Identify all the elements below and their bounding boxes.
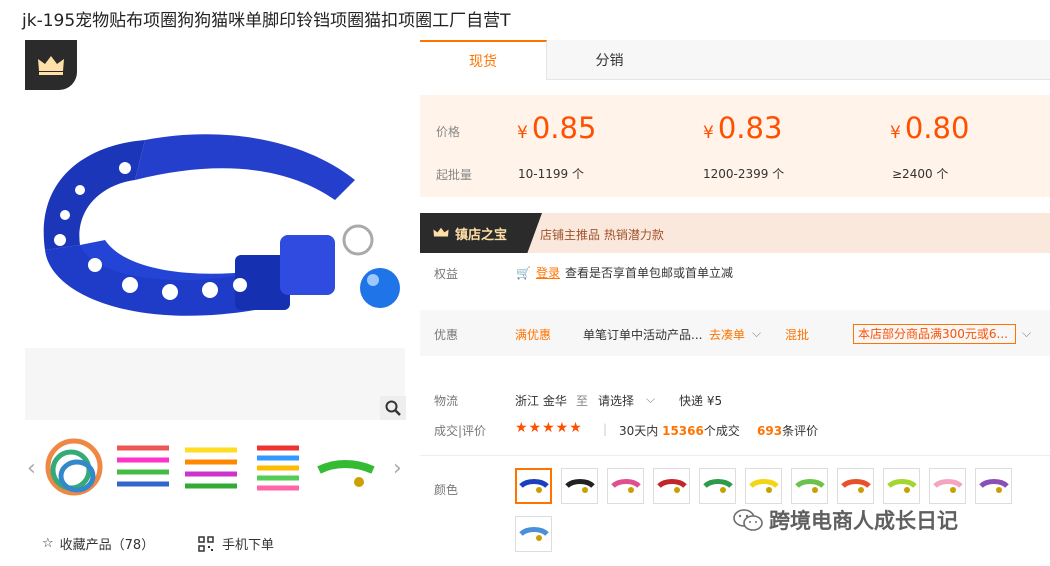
express-fee: 快递 ¥5 — [679, 394, 723, 408]
qrcode-icon — [198, 535, 214, 552]
treasure-text: 店铺主推品 热销潜力款 — [540, 228, 664, 242]
gather-order-link[interactable]: 去凑单 — [709, 326, 745, 343]
thumbnail[interactable] — [179, 436, 241, 498]
review-link[interactable]: 693条评价 — [757, 422, 818, 439]
destination-chevron-icon[interactable]: ⌵ — [646, 392, 655, 407]
crown-icon — [433, 227, 449, 237]
wechat-icon — [733, 509, 763, 531]
tab-in-stock[interactable]: 现货 — [420, 40, 547, 80]
color-swatch[interactable] — [929, 468, 966, 504]
price-panel: 价格 起批量 ¥0.85 ¥0.83 ¥0.80 10-1199 个 1200-… — [420, 95, 1050, 197]
color-swatch[interactable] — [791, 468, 828, 504]
promo-desc: 单笔订单中活动产品... — [583, 328, 703, 342]
color-swatch[interactable] — [837, 468, 874, 504]
color-swatch[interactable] — [653, 468, 690, 504]
price-tier-1: ¥0.85 — [517, 111, 597, 145]
range-tier-3: ≥2400 个 — [892, 167, 949, 181]
mixed-batch-tag: 混批 — [785, 328, 810, 342]
rating-stars-icon: ★★★★★ — [515, 420, 583, 436]
collect-product-button[interactable]: ☆ 收藏产品（78） — [42, 534, 154, 553]
zoom-icon[interactable] — [380, 396, 406, 420]
collar-image — [43, 134, 400, 316]
promo-expand-icon[interactable]: ⌵ — [1022, 326, 1031, 341]
benefits-row: 🛒 登录 查看是否享首单包邮或首单立减 — [516, 264, 733, 281]
moq-label: 起批量 — [436, 168, 473, 182]
origin-text: 浙江 金华 — [515, 394, 567, 408]
store-treasure-badge: 镇店之宝 — [420, 213, 542, 253]
mobile-order-button[interactable]: 手机下单 — [198, 534, 274, 553]
thumbnail[interactable] — [111, 436, 173, 498]
crown-badge-icon — [25, 40, 77, 90]
price-label: 价格 — [436, 125, 461, 139]
star-outline-icon: ☆ — [42, 536, 54, 551]
color-swatch[interactable] — [607, 468, 644, 504]
chevron-down-icon[interactable]: ⌵ — [752, 326, 761, 341]
login-link[interactable]: 登录 — [536, 264, 560, 281]
color-label: 颜色 — [434, 483, 459, 497]
color-swatch[interactable] — [699, 468, 736, 504]
color-swatch[interactable] — [515, 468, 552, 504]
benefits-label: 权益 — [434, 267, 459, 281]
store-treasure-bar: 镇店之宝 店铺主推品 热销潜力款 — [420, 213, 1050, 253]
product-title: jk-195宠物贴布项圈狗狗猫咪单脚印铃铛项圈猫扣项圈工厂自营T — [22, 11, 511, 31]
color-swatch[interactable] — [975, 468, 1012, 504]
tab-distribution[interactable]: 分销 — [547, 40, 672, 80]
color-swatch[interactable] — [515, 516, 552, 552]
thumbnail-strip: ‹ › — [25, 432, 410, 508]
thumbnail[interactable] — [247, 436, 309, 498]
color-swatch[interactable] — [745, 468, 782, 504]
to-text: 至 — [576, 394, 589, 408]
destination-select[interactable]: 请选择 — [598, 392, 634, 409]
thumb-next-arrow-icon[interactable]: › — [393, 456, 402, 481]
thumb-prev-arrow-icon[interactable]: ‹ — [27, 456, 36, 481]
coupon-box[interactable]: 本店部分商品满300元或6... — [853, 324, 1016, 344]
color-swatch[interactable] — [561, 468, 598, 504]
stock-tabs: 现货 分销 — [420, 40, 1050, 80]
thumbnail[interactable] — [43, 436, 105, 498]
promo-label: 优惠 — [434, 328, 459, 342]
full-discount-tag: 满优惠 — [515, 328, 552, 342]
deals-label: 成交|评价 — [434, 424, 487, 438]
range-tier-2: 1200-2399 个 — [703, 167, 785, 181]
price-tier-3: ¥0.80 — [890, 111, 970, 145]
deal-stats: 30天内 15366个成交 — [619, 424, 740, 438]
price-tier-2: ¥0.83 — [703, 111, 783, 145]
wechat-watermark: 跨境电商人成长日记 — [733, 505, 958, 535]
color-swatch[interactable] — [883, 468, 920, 504]
range-tier-1: 10-1199 个 — [518, 167, 584, 181]
main-product-image[interactable] — [25, 40, 405, 420]
cart-icon: 🛒 — [516, 265, 531, 280]
logistics-label: 物流 — [434, 394, 459, 408]
thumbnail[interactable] — [315, 436, 377, 498]
